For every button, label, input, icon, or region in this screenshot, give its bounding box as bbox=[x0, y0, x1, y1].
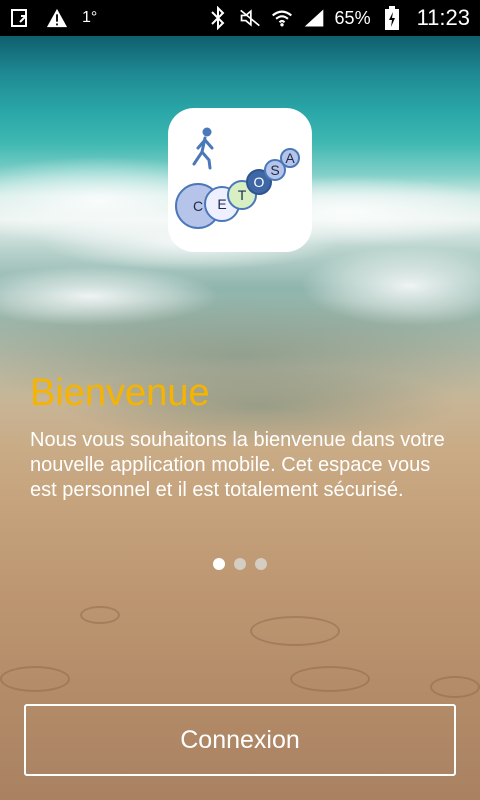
warning-icon bbox=[46, 7, 68, 29]
status-right: 65% 11:23 bbox=[207, 5, 470, 31]
logo-letter-a: A bbox=[285, 150, 295, 166]
screen-cast-icon bbox=[10, 7, 32, 29]
logo-letter-s: S bbox=[270, 162, 279, 178]
welcome-body: Nous vous souhaitons la bienvenue dans v… bbox=[30, 429, 445, 501]
page-dot-1[interactable] bbox=[213, 558, 225, 570]
wifi-icon bbox=[271, 7, 293, 29]
logo-letter-c: C bbox=[193, 198, 203, 214]
battery-percent: 65% bbox=[334, 7, 371, 28]
page-dot-3[interactable] bbox=[255, 558, 267, 570]
status-left: 1° bbox=[10, 7, 97, 29]
logo-letter-t: T bbox=[238, 187, 247, 203]
signal-icon bbox=[303, 7, 325, 29]
app-logo: C E T O S A bbox=[168, 108, 312, 252]
page-dot-2[interactable] bbox=[234, 558, 246, 570]
bluetooth-icon bbox=[207, 6, 229, 30]
temperature-text: 1° bbox=[82, 9, 98, 26]
logo-letter-o: O bbox=[254, 174, 265, 190]
clock: 11:23 bbox=[416, 5, 470, 30]
battery-charging-icon bbox=[381, 6, 403, 30]
logo-letter-e: E bbox=[217, 196, 226, 212]
mute-icon bbox=[239, 7, 261, 29]
page-indicator bbox=[213, 558, 267, 570]
cetosa-logo-graphic: C E T O S A bbox=[175, 127, 300, 229]
walking-person-icon bbox=[192, 127, 214, 170]
status-bar: 1° 65% 11:23 bbox=[0, 0, 480, 36]
connexion-button[interactable]: Connexion bbox=[24, 704, 456, 776]
welcome-title: Bienvenue bbox=[30, 372, 210, 414]
